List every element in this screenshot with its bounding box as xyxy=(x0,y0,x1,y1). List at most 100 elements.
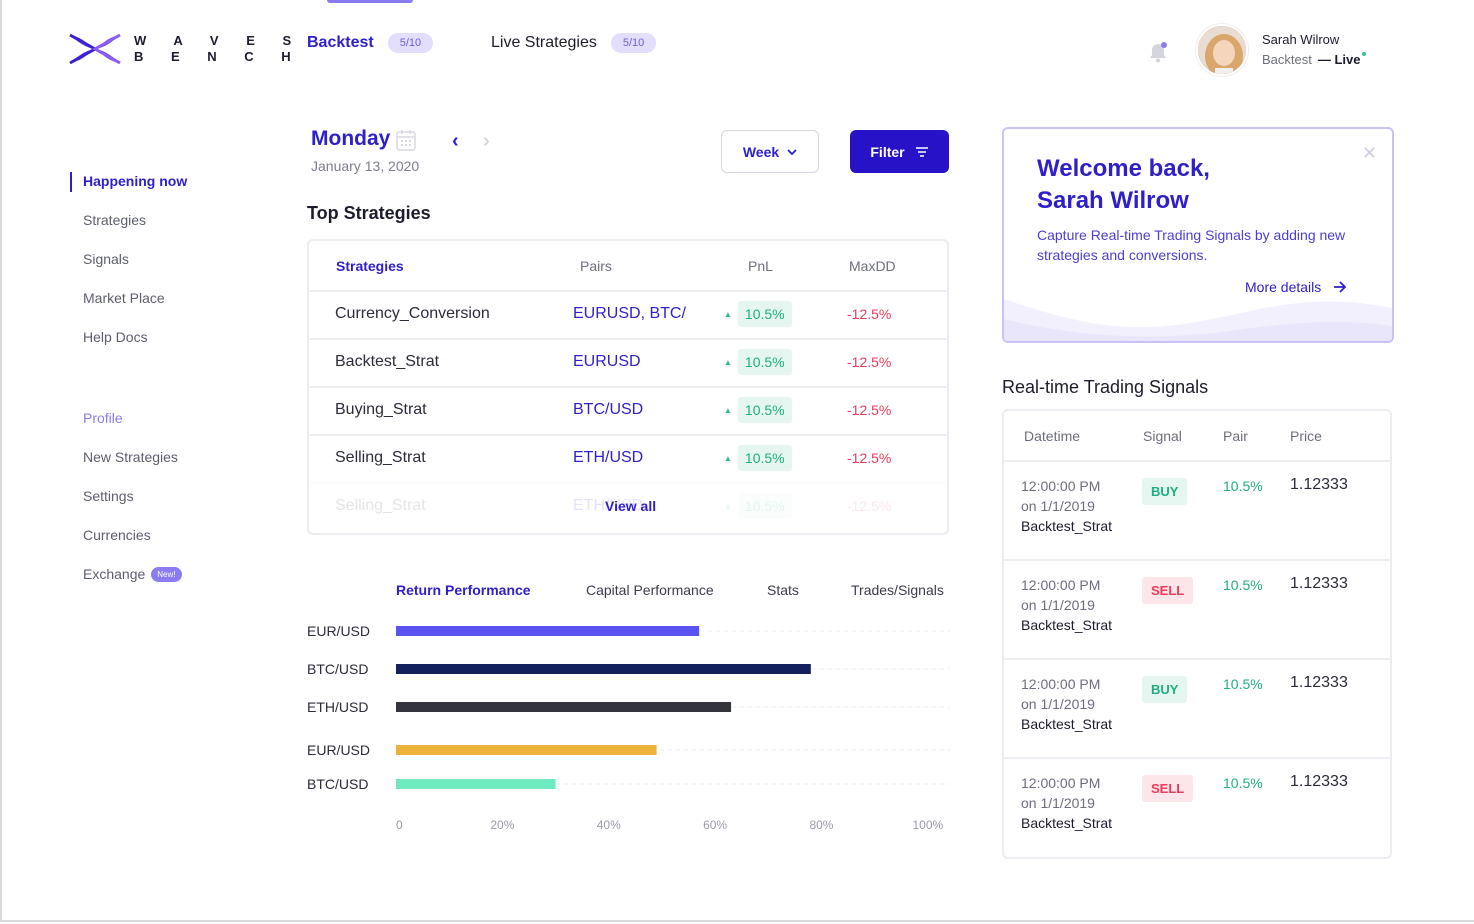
signal-row[interactable]: 12:00:00 PM on 1/1/2019 Backtest_Strat S… xyxy=(1004,559,1390,658)
signal-date: on 1/1/2019 xyxy=(1021,597,1095,613)
column-header-pairs[interactable]: Pairs xyxy=(580,258,612,274)
signal-time: 12:00:00 PM xyxy=(1021,775,1101,791)
signal-datetime: 12:00:00 PM on 1/1/2019 Backtest_Strat xyxy=(1021,773,1112,833)
arrow-right-icon xyxy=(1334,281,1347,293)
signal-time: 12:00:00 PM xyxy=(1021,676,1101,692)
avatar[interactable] xyxy=(1196,24,1248,76)
welcome-title-line-1: Welcome back, xyxy=(1037,155,1210,182)
signals-title: Real-time Trading Signals xyxy=(1002,377,1209,397)
tab-return-performance[interactable]: Return Performance xyxy=(396,582,531,598)
column-header-pnl[interactable]: PnL xyxy=(748,258,773,274)
x-tick-label: 100% xyxy=(912,818,943,832)
return-performance-chart: EUR/USD BTC/USD ETH/USD EUR/USD BTC/USD 0 20% 4… xyxy=(307,623,950,832)
week-dropdown-label: Week xyxy=(742,143,780,160)
tab-backtest-count: 5/10 xyxy=(387,33,434,53)
sidebar-item-market-place[interactable]: Market Place xyxy=(83,290,165,306)
chevron-right-icon[interactable]: › xyxy=(483,130,490,153)
signal-datetime: 12:00:00 PM on 1/1/2019 Backtest_Strat xyxy=(1021,476,1112,536)
bar[interactable] xyxy=(396,626,700,636)
logo-line-1: W A V E S xyxy=(134,33,304,48)
strategy-maxdd: -12.5% xyxy=(847,498,892,514)
logo[interactable]: W A V E S B E N C H xyxy=(68,32,303,66)
category-label: BTC/USD xyxy=(307,776,368,792)
signal-strategy: Backtest_Strat xyxy=(1021,716,1113,732)
signals-table: Datetime Signal Pair Price 12:00:00 PM o… xyxy=(1002,409,1392,859)
sidebar-item-new-strategies[interactable]: New Strategies xyxy=(83,449,178,465)
bar[interactable] xyxy=(396,745,657,755)
filter-button[interactable]: Filter xyxy=(850,130,949,173)
welcome-title-line-2: Sarah Wilrow xyxy=(1037,187,1189,214)
chevron-left-icon[interactable]: ‹ xyxy=(452,130,459,153)
tab-stats[interactable]: Stats xyxy=(767,582,799,598)
sidebar-item-currencies[interactable]: Currencies xyxy=(83,527,151,543)
table-row[interactable]: Currency_Conversion EURUSD, BTC/ ▲ 10.5% … xyxy=(309,290,947,338)
table-row[interactable]: Selling_Strat ETH/USD ▲ 10.5% -12.5% xyxy=(309,434,947,482)
signal-pair: 10.5% xyxy=(1223,775,1263,791)
tab-capital-performance[interactable]: Capital Performance xyxy=(586,582,714,598)
column-header-price[interactable]: Price xyxy=(1290,428,1322,444)
signal-badge: SELL xyxy=(1142,577,1194,604)
sidebar-item-help-docs[interactable]: Help Docs xyxy=(83,329,148,345)
column-header-pair[interactable]: Pair xyxy=(1223,428,1248,444)
bar[interactable] xyxy=(396,702,732,712)
tab-live-count: 5/10 xyxy=(610,33,657,53)
signal-row[interactable]: 12:00:00 PM on 1/1/2019 Backtest_Strat B… xyxy=(1004,460,1390,559)
new-badge: New! xyxy=(151,567,182,582)
close-icon[interactable]: ✕ xyxy=(1362,143,1377,164)
logo-text: W A V E S B E N C H xyxy=(134,33,303,65)
column-header-signal[interactable]: Signal xyxy=(1143,428,1182,444)
tab-live-strategies[interactable]: Live Strategies 5/10 xyxy=(491,33,657,53)
signal-date: on 1/1/2019 xyxy=(1021,498,1095,514)
signal-price: 1.12333 xyxy=(1290,476,1348,493)
top-strategies-title: Top Strategies xyxy=(307,203,431,223)
category-label: EUR/USD xyxy=(307,742,370,758)
signal-strategy: Backtest_Strat xyxy=(1021,815,1113,831)
sidebar-item-happening-now[interactable]: Happening now xyxy=(83,173,187,189)
tab-trades-signals[interactable]: Trades/Signals xyxy=(851,582,944,598)
strategy-pnl: ▲ 10.5% xyxy=(724,301,792,327)
bar[interactable] xyxy=(396,779,556,789)
x-tick-label: 40% xyxy=(597,818,621,832)
week-dropdown[interactable]: Week xyxy=(721,130,819,173)
signal-row[interactable]: 12:00:00 PM on 1/1/2019 Backtest_Strat S… xyxy=(1004,757,1390,856)
bell-icon[interactable] xyxy=(1145,40,1171,71)
column-header-datetime[interactable]: Datetime xyxy=(1024,428,1080,444)
signal-time: 12:00:00 PM xyxy=(1021,577,1101,593)
signal-row[interactable]: 12:00:00 PM on 1/1/2019 Backtest_Strat B… xyxy=(1004,658,1390,757)
sidebar-item-exchange[interactable]: Exchange New! xyxy=(83,566,182,582)
pnl-value: 10.5% xyxy=(737,349,792,375)
table-row[interactable]: Buying_Strat BTC/USD ▲ 10.5% -12.5% xyxy=(309,386,947,434)
up-arrow-icon: ▲ xyxy=(724,309,732,319)
welcome-title: Welcome back, Sarah Wilrow xyxy=(1037,153,1210,217)
sidebar-active-marker xyxy=(70,172,72,192)
pnl-value: 10.5% xyxy=(737,301,792,327)
sidebar-item-signals[interactable]: Signals xyxy=(83,251,129,267)
user-status: Backtest — Live xyxy=(1262,52,1367,67)
tab-backtest[interactable]: Backtest 5/10 xyxy=(307,33,434,53)
sidebar-item-settings[interactable]: Settings xyxy=(83,488,134,504)
signal-badge: SELL xyxy=(1142,775,1194,802)
active-tab-indicator xyxy=(327,0,413,3)
signal-strategy: Backtest_Strat xyxy=(1021,617,1113,633)
table-row[interactable]: Backtest_Strat EURUSD ▲ 10.5% -12.5% xyxy=(309,338,947,386)
signal-pair: 10.5% xyxy=(1223,577,1263,593)
strategy-maxdd: -12.5% xyxy=(847,402,892,418)
user-name[interactable]: Sarah Wilrow xyxy=(1262,32,1339,47)
view-all-link[interactable]: View all xyxy=(605,498,656,514)
calendar-icon[interactable] xyxy=(396,129,416,156)
user-mode: Backtest xyxy=(1262,52,1312,67)
more-details-link[interactable]: More details xyxy=(1245,279,1347,295)
logo-line-2: B E N C H xyxy=(134,49,303,64)
pnl-value: 10.5% xyxy=(737,397,792,423)
sidebar-profile-heading[interactable]: Profile xyxy=(83,410,123,426)
strategy-maxdd: -12.5% xyxy=(847,354,892,370)
sidebar-item-strategies[interactable]: Strategies xyxy=(83,212,146,228)
signal-date: on 1/1/2019 xyxy=(1021,795,1095,811)
chevron-down-icon xyxy=(787,148,797,155)
bar[interactable] xyxy=(396,664,811,674)
signal-time: 12:00:00 PM xyxy=(1021,478,1101,494)
column-header-maxdd[interactable]: MaxDD xyxy=(849,258,896,274)
signal-pair: 10.5% xyxy=(1223,478,1263,494)
column-header-strategies[interactable]: Strategies xyxy=(336,258,404,274)
more-details-label: More details xyxy=(1245,279,1322,295)
